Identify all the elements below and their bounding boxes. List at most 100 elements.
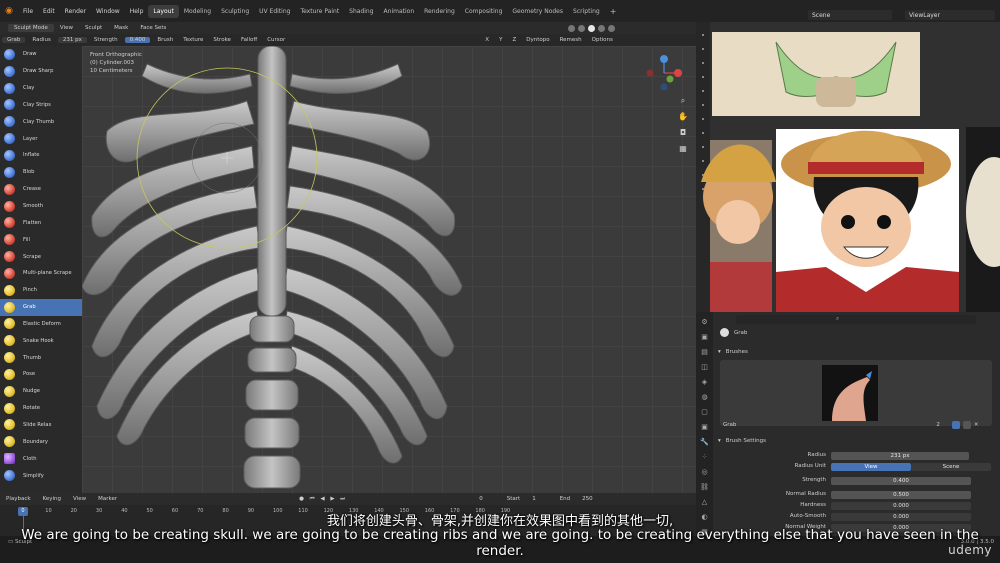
zoom-icon[interactable]: ⌕ (678, 96, 688, 106)
solid-shading-icon[interactable] (588, 24, 595, 32)
tool-elastic-deform[interactable]: Elastic Deform (0, 316, 82, 333)
close-icon[interactable]: ✕ (974, 422, 979, 428)
strength-field[interactable]: 0.400 (124, 37, 151, 43)
rendered-shading-icon[interactable] (608, 24, 615, 32)
modifier-tab-icon[interactable]: 🔧 (700, 437, 710, 447)
tool-snake-hook[interactable]: Snake Hook (0, 332, 82, 349)
tool-clay-strips[interactable]: Clay Strips (0, 97, 82, 114)
pan-icon[interactable]: ✋ (678, 112, 688, 122)
physics-tab-icon[interactable]: ◎ (700, 467, 710, 477)
workspace-tab-animation[interactable]: Animation (379, 5, 420, 18)
workspace-tab-shading[interactable]: Shading (344, 5, 378, 18)
tool-grab[interactable]: Grab (0, 298, 82, 316)
radius-unit-scene-button[interactable]: Scene (911, 463, 991, 471)
tool-inflate[interactable]: Inflate (0, 147, 82, 164)
current-frame-field[interactable]: 0 (473, 496, 489, 502)
fake-user-icon[interactable] (951, 421, 960, 429)
tool-pinch[interactable]: Pinch (0, 282, 82, 299)
menu-marker[interactable]: Marker (92, 496, 123, 502)
menu-view[interactable]: View (54, 25, 79, 31)
menu-remesh[interactable]: Remesh (555, 37, 587, 43)
constraints-tab-icon[interactable]: ⛓ (700, 482, 710, 492)
properties-search[interactable]: ⌕ (736, 315, 976, 324)
end-frame-field[interactable]: 250 (576, 496, 599, 502)
strength-field[interactable]: 0.400 (831, 477, 971, 485)
grid-icon[interactable]: ▦ (678, 144, 688, 154)
workspace-tab-scripting[interactable]: Scripting (568, 5, 605, 18)
normal-radius-field[interactable]: 0.500 (831, 491, 971, 499)
camera-icon[interactable]: ◘ (678, 128, 688, 138)
scene-tab-icon[interactable]: ◈ (700, 377, 710, 387)
menu-file[interactable]: File (18, 8, 38, 15)
workspace-tab-uv-editing[interactable]: UV Editing (254, 5, 295, 18)
duplicate-brush-icon[interactable] (962, 421, 971, 429)
brushes-panel-header[interactable]: ▾ Brushes (718, 349, 748, 355)
object-tab-icon[interactable]: ▣ (700, 422, 710, 432)
tool-scrape[interactable]: Scrape (0, 248, 82, 265)
tool-smooth[interactable]: Smooth (0, 198, 82, 215)
add-workspace-icon[interactable]: + (605, 7, 622, 16)
mode-selector[interactable]: Sculpt Mode (8, 24, 54, 32)
workspace-tab-rendering[interactable]: Rendering (419, 5, 460, 18)
overlay-icon[interactable] (568, 24, 575, 32)
tool-fill[interactable]: Fill (0, 231, 82, 248)
view-layer-selector[interactable]: ViewLayer (905, 10, 995, 20)
radius-field[interactable]: 231 px (57, 37, 87, 43)
world-tab-icon[interactable]: ◍ (700, 392, 710, 402)
scene-selector[interactable]: Scene (808, 10, 892, 20)
menu-cursor[interactable]: Cursor (262, 37, 290, 43)
menu-edit[interactable]: Edit (38, 8, 60, 15)
tool-boundary[interactable]: Boundary (0, 433, 82, 450)
brush-selector[interactable]: Grab (2, 37, 26, 43)
menu-keying[interactable]: Keying (37, 496, 67, 502)
tool-clay-thumb[interactable]: Clay Thumb (0, 113, 82, 130)
tool-cloth[interactable]: Cloth (0, 450, 82, 467)
blender-logo-icon[interactable]: ◉ (0, 6, 18, 16)
tool-tab-icon[interactable]: ⚙ (700, 317, 710, 327)
tool-rotate[interactable]: Rotate (0, 400, 82, 417)
tool-layer[interactable]: Layer (0, 130, 82, 147)
radius-unit-view-button[interactable]: View (831, 463, 911, 471)
menu-face-sets[interactable]: Face Sets (134, 25, 172, 31)
tool-draw-sharp[interactable]: Draw Sharp (0, 63, 82, 80)
start-frame-field[interactable]: 1 (526, 496, 542, 502)
menu-sculpt[interactable]: Sculpt (79, 25, 108, 31)
view-layer-tab-icon[interactable]: ◫ (700, 362, 710, 372)
material-shading-icon[interactable] (598, 24, 605, 32)
tool-blob[interactable]: Blob (0, 164, 82, 181)
navigation-gizmo[interactable] (642, 51, 686, 95)
render-tab-icon[interactable]: ▣ (700, 332, 710, 342)
menu-options[interactable]: Options (587, 37, 618, 43)
workspace-tab-layout[interactable]: Layout (148, 4, 179, 18)
menu-playback[interactable]: Playback (0, 496, 37, 502)
hardness-field[interactable]: 0.000 (831, 502, 971, 510)
menu-help[interactable]: Help (125, 8, 149, 15)
menu-texture[interactable]: Texture (178, 37, 208, 43)
tool-slide-relax[interactable]: Slide Relax (0, 417, 82, 434)
playback-controls[interactable]: ● ⏮ ◀ ▶ ⏭ (293, 496, 353, 503)
workspace-tab-compositing[interactable]: Compositing (460, 5, 508, 18)
tool-multi-plane-scrape[interactable]: Multi-plane Scrape (0, 265, 82, 282)
menu-stroke[interactable]: Stroke (208, 37, 236, 43)
symmetry-z-toggle[interactable]: Z (507, 37, 521, 43)
xray-icon[interactable] (578, 24, 585, 32)
brush-settings-panel-header[interactable]: ▾ Brush Settings (718, 438, 766, 444)
tool-clay[interactable]: Clay (0, 80, 82, 97)
data-tab-icon[interactable]: △ (700, 497, 710, 507)
3d-viewport[interactable]: Front Orthographic (0) Cylinder.003 10 C… (82, 46, 696, 493)
menu-brush[interactable]: Brush (152, 37, 178, 43)
symmetry-x-toggle[interactable]: X (480, 37, 494, 43)
tool-pose[interactable]: Pose (0, 366, 82, 383)
brush-preview-area[interactable] (720, 360, 992, 426)
collection-tab-icon[interactable]: ▢ (700, 407, 710, 417)
symmetry-y-toggle[interactable]: Y (494, 37, 507, 43)
menu-window[interactable]: Window (91, 8, 125, 15)
menu-view[interactable]: View (67, 496, 92, 502)
tool-draw[interactable]: Draw (0, 46, 82, 63)
workspace-tab-geometry-nodes[interactable]: Geometry Nodes (507, 5, 568, 18)
menu-dyntopo[interactable]: Dyntopo (521, 37, 554, 43)
workspace-tab-texture-paint[interactable]: Texture Paint (295, 5, 344, 18)
workspace-tab-modeling[interactable]: Modeling (179, 5, 216, 18)
menu-falloff[interactable]: Falloff (236, 37, 262, 43)
radius-field[interactable]: 231 px (831, 452, 969, 460)
